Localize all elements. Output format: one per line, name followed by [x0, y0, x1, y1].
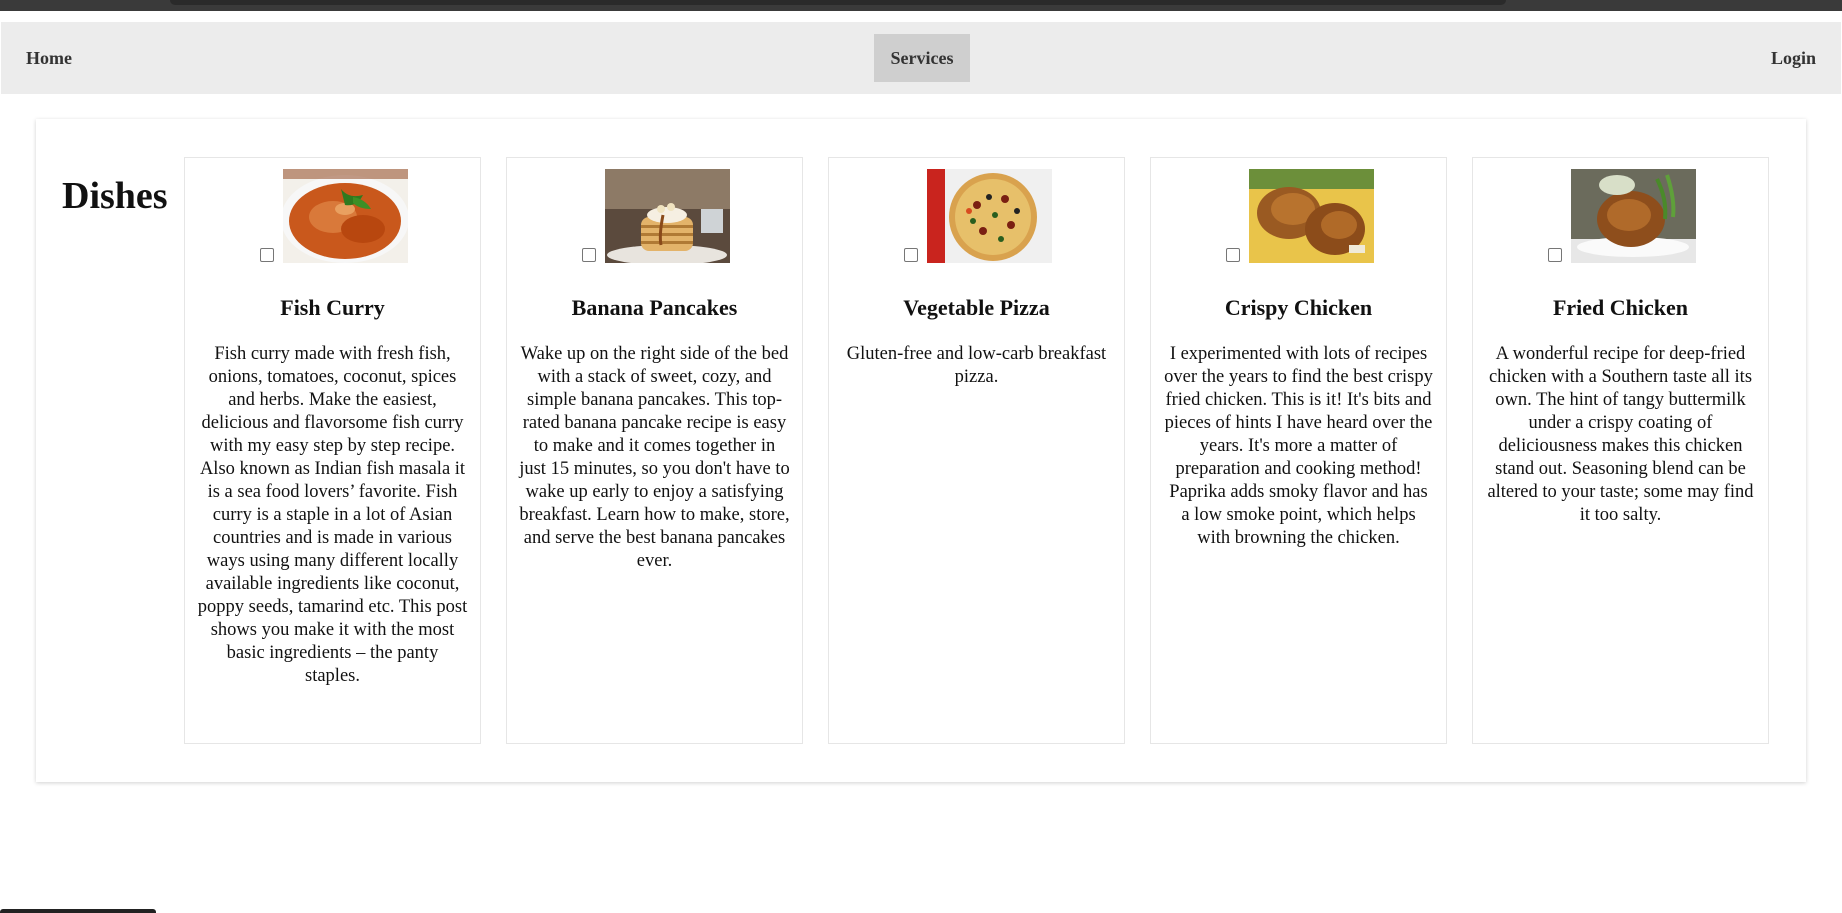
fried-chicken-photo — [1571, 169, 1696, 263]
dish-title: Crispy Chicken — [1224, 295, 1373, 320]
dish-card: Fried Chicken A wonderful recipe for dee… — [1472, 157, 1769, 744]
dish-card: Vegetable Pizza Gluten-free and low-carb… — [828, 157, 1125, 744]
navbar: Home Services Login — [1, 22, 1841, 94]
dish-card: Crispy Chicken I experimented with lots … — [1150, 157, 1447, 744]
nav-services-link[interactable]: Services — [874, 34, 970, 82]
address-bar-edge — [170, 0, 1506, 5]
dish-description: Fish curry made with fresh fish, onions,… — [197, 344, 468, 686]
pizza-photo — [927, 169, 1052, 263]
dish-select-checkbox[interactable] — [582, 248, 596, 262]
dish-select-checkbox[interactable] — [260, 248, 274, 262]
dish-select-checkbox[interactable] — [904, 248, 918, 262]
dishes-panel: Dishes Fish Curry Fish curry made with f… — [36, 119, 1806, 782]
browser-top-strip — [0, 0, 1842, 11]
dish-card: Banana Pancakes Wake up on the right sid… — [506, 157, 803, 744]
fish-curry-photo — [283, 169, 408, 263]
crispy-chicken-photo — [1249, 169, 1374, 263]
dish-card: Fish Curry Fish curry made with fresh fi… — [184, 157, 481, 744]
nav-login-link[interactable]: Login — [1759, 34, 1828, 82]
dish-select-checkbox[interactable] — [1548, 248, 1562, 262]
pancakes-photo — [605, 169, 730, 263]
dish-description: A wonderful recipe for deep-fried chicke… — [1487, 344, 1754, 525]
dish-title: Vegetable Pizza — [903, 295, 1050, 320]
dish-title: Fried Chicken — [1552, 295, 1689, 320]
bottom-edge-mark — [0, 909, 156, 913]
dish-description: Gluten-free and low-carb breakfast pizza… — [846, 344, 1107, 387]
page-title: Dishes — [62, 175, 168, 217]
dish-select-checkbox[interactable] — [1226, 248, 1240, 262]
dish-title: Fish Curry — [280, 295, 385, 320]
dish-description: Wake up on the right side of the bed wit… — [519, 344, 790, 571]
nav-home-link[interactable]: Home — [14, 34, 84, 82]
dish-description: I experimented with lots of recipes over… — [1164, 344, 1433, 548]
dish-title: Banana Pancakes — [571, 295, 738, 320]
